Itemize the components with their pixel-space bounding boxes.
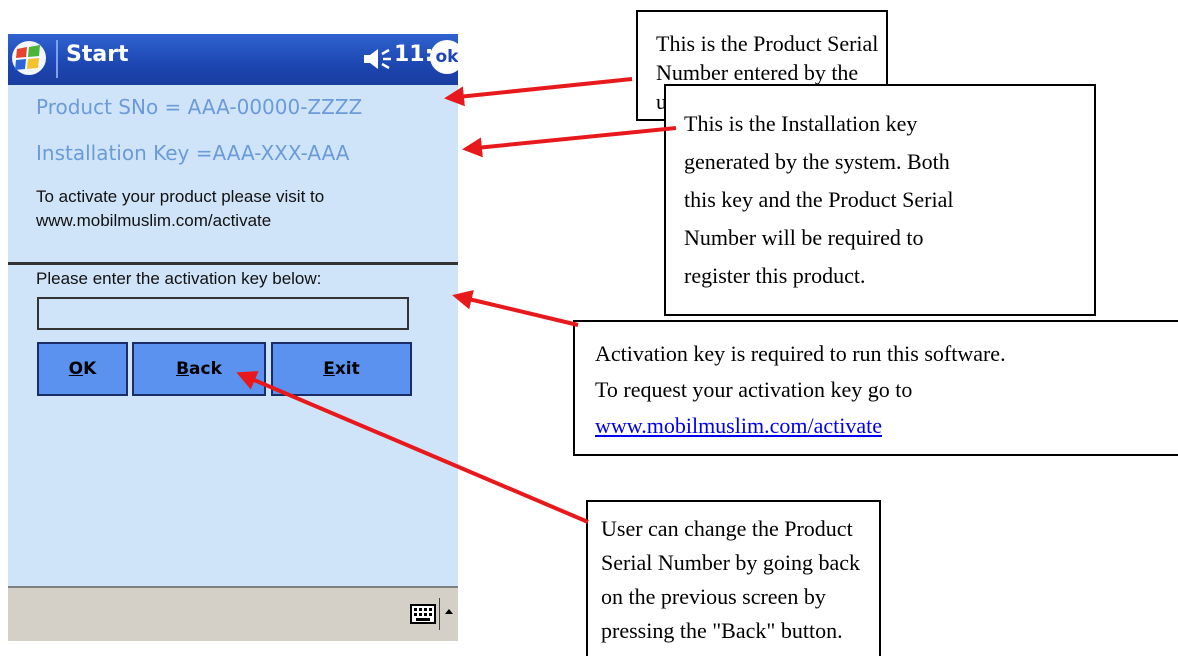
exit-button[interactable]: Exit	[271, 342, 412, 396]
input-panel-separator	[439, 598, 440, 630]
back-button-mnemonic: B	[176, 359, 190, 379]
start-menu-label[interactable]: Start	[66, 42, 129, 67]
installation-callout-line-1: This is the Installation key	[684, 111, 918, 136]
back-button-label: ack	[189, 359, 222, 379]
keyboard-icon[interactable]	[410, 604, 436, 624]
installation-callout-line-5: register this product.	[684, 263, 866, 288]
activation-instructions: To activate your product please visit to…	[36, 185, 446, 233]
installation-key-callout: This is the Installation key generated b…	[664, 84, 1096, 316]
activation-key-input[interactable]	[37, 297, 409, 330]
annotated-screenshot: Start 11:12 ok Product SNo = AAA-00000-Z…	[0, 0, 1178, 656]
ok-button-mnemonic: O	[68, 359, 84, 379]
activation-callout-line-2: To request your activation key go to	[595, 377, 913, 402]
pocket-pc-screen: Start 11:12 ok Product SNo = AAA-00000-Z…	[8, 34, 458, 641]
ok-button-label: K	[83, 359, 97, 379]
product-serial-number: Product SNo = AAA-00000-ZZZZ	[36, 95, 363, 119]
ok-button[interactable]: OK	[37, 342, 128, 396]
back-button-callout: User can change the Product Serial Numbe…	[586, 500, 881, 656]
activation-prompt: Please enter the activation key below:	[36, 269, 322, 288]
activation-arrow	[452, 289, 579, 327]
back-button[interactable]: Back	[132, 342, 266, 396]
divider	[8, 262, 458, 265]
instructions-line-1: To activate your product please visit to	[36, 187, 325, 206]
activation-url-link[interactable]: www.mobilmuslim.com/activate	[595, 413, 882, 438]
instructions-url: www.mobilmuslim.com/activate	[36, 211, 272, 230]
serial-callout-line-1: This is the Product Serial	[656, 31, 879, 56]
windows-logo-icon[interactable]	[11, 40, 47, 76]
exit-button-label: xit	[334, 359, 360, 379]
activation-key-callout: Activation key is required to run this s…	[573, 320, 1178, 456]
activation-callout-line-1: Activation key is required to run this s…	[595, 341, 1006, 366]
back-callout-line-2: Serial Number by going back	[601, 550, 861, 575]
installation-arrow	[462, 126, 677, 158]
menu-bar	[8, 586, 458, 641]
exit-button-mnemonic: E	[323, 359, 335, 379]
installation-callout-line-4: Number will be required to	[684, 225, 924, 250]
ok-close-button[interactable]: ok	[430, 40, 458, 74]
back-callout-line-1: User can change the Product	[601, 516, 853, 541]
installation-key: Installation Key =AAA-XXX-AAA	[36, 141, 350, 165]
taskbar: Start 11:12 ok	[8, 34, 458, 85]
back-callout-line-4: pressing the "Back" button.	[601, 618, 843, 643]
back-callout-line-3: on the previous screen by	[601, 584, 826, 609]
installation-callout-line-2: generated by the system. Both	[684, 149, 950, 174]
taskbar-separator	[56, 40, 58, 78]
speaker-icon[interactable]	[360, 46, 394, 72]
installation-callout-line-3: this key and the Product Serial	[684, 187, 954, 212]
serial-arrow	[444, 77, 633, 107]
chevron-up-icon[interactable]	[444, 606, 454, 616]
